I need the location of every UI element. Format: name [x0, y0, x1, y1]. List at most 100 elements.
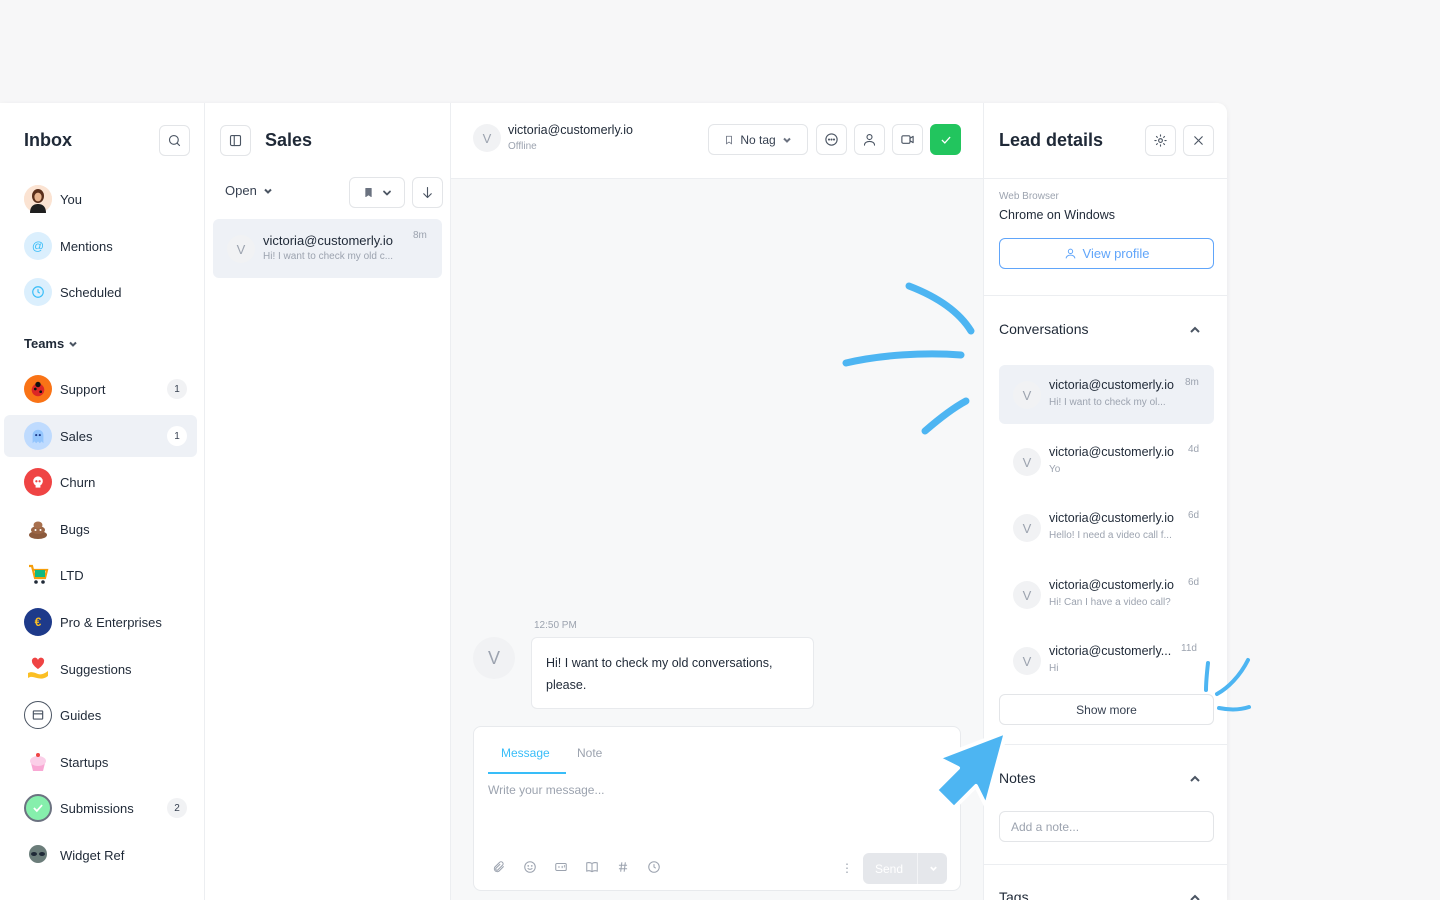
view-profile-button[interactable]: View profile: [999, 238, 1214, 269]
close-icon: [1194, 136, 1203, 145]
team-item-support[interactable]: Support 1: [4, 368, 197, 410]
search-button[interactable]: [159, 125, 190, 156]
chevron-up-icon[interactable]: [1189, 324, 1201, 336]
cart-avatar: [24, 561, 52, 589]
team-label: Guides: [60, 707, 102, 723]
status-filter-dropdown[interactable]: Open: [225, 183, 273, 198]
team-item-ltd[interactable]: LTD: [4, 554, 197, 596]
clock-icon[interactable]: [647, 860, 661, 874]
tab-note[interactable]: Note: [577, 746, 602, 760]
team-label: Suggestions: [60, 661, 132, 677]
chevron-down-icon: [69, 341, 77, 347]
show-more-button[interactable]: Show more: [999, 694, 1214, 725]
team-label: Widget Ref: [60, 847, 125, 863]
team-item-startups[interactable]: Startups: [4, 741, 197, 783]
team-label: Sales: [60, 428, 93, 444]
team-item-suggestions[interactable]: Suggestions: [4, 648, 197, 690]
tag-label: No tag: [740, 132, 776, 147]
status-filter-label: Open: [225, 183, 257, 198]
send-label: Send: [875, 861, 904, 876]
alien-avatar: [24, 841, 52, 869]
inbox-sidebar: Inbox You @ Mentions Scheduled Teams Sup…: [0, 103, 205, 900]
add-note-input[interactable]: Add a note...: [999, 811, 1214, 842]
chevron-down-icon: [264, 188, 272, 194]
ladybug-avatar: [24, 375, 52, 403]
bookmark-icon: [726, 135, 733, 145]
nav-label-scheduled: Scheduled: [60, 284, 122, 300]
conversation-time: 8m: [1185, 377, 1199, 388]
conversation-list-panel: Sales Open V victoria@customerly.io Hi! …: [205, 103, 451, 900]
lead-settings-button[interactable]: [1145, 125, 1176, 156]
chat-panel: V victoria@customerly.io Offline No tag …: [451, 103, 983, 900]
contact-avatar: V: [227, 235, 255, 263]
conversation-preview: Hi! I want to check my ol...: [1049, 397, 1166, 408]
section-divider: [984, 864, 1227, 865]
lead-header: Lead details: [984, 103, 1227, 179]
section-divider: [984, 744, 1227, 745]
lead-conversation-item[interactable]: V victoria@customerly.io Yo 4d: [999, 432, 1214, 491]
section-divider: [984, 295, 1227, 296]
skull-avatar: [24, 468, 52, 496]
paperclip-icon[interactable]: [492, 860, 506, 874]
team-item-pro-enterprises[interactable]: € Pro & Enterprises: [4, 601, 197, 643]
emoji-icon[interactable]: [523, 860, 537, 874]
browser-value: Chrome on Windows: [999, 208, 1116, 222]
send-button[interactable]: Send: [863, 853, 947, 884]
inbox-title: Inbox: [24, 130, 72, 150]
chevron-up-icon[interactable]: [1189, 773, 1201, 785]
team-item-bugs[interactable]: Bugs: [4, 508, 197, 550]
contact-avatar: V: [1013, 581, 1041, 609]
chevron-down-icon: [930, 866, 937, 872]
hashtag-icon[interactable]: [616, 860, 630, 874]
lead-conversation-item[interactable]: V victoria@customerly.io Hi! Can I have …: [999, 565, 1214, 624]
team-item-widget-ref[interactable]: Widget Ref: [4, 834, 197, 876]
contact-status: Offline: [508, 141, 537, 152]
conversation-email: victoria@customerly.io: [263, 233, 393, 248]
conversation-list-item[interactable]: V victoria@customerly.io Hi! I want to c…: [213, 219, 442, 278]
gear-icon: [1154, 134, 1167, 147]
team-label: Startups: [60, 754, 109, 770]
team-item-submissions[interactable]: Submissions 2: [4, 787, 197, 829]
close-button[interactable]: [1183, 125, 1214, 156]
user-icon: [1065, 248, 1075, 259]
team-item-guides[interactable]: Guides: [4, 694, 197, 736]
conversation-email: victoria@customerly.io: [1049, 378, 1174, 392]
lead-conversation-item[interactable]: V victoria@customerly.io Hi! I want to c…: [999, 365, 1214, 424]
contact-avatar: V: [1013, 514, 1041, 542]
nav-item-you[interactable]: You: [4, 178, 197, 220]
lead-conversation-item[interactable]: V victoria@customerly... Hi 11d: [999, 631, 1214, 690]
lead-conversation-item[interactable]: V victoria@customerly.io Hello! I need a…: [999, 498, 1214, 557]
list-title: Sales: [265, 130, 313, 150]
lead-details-panel: Lead details Web Browser Chrome on Windo…: [983, 103, 1227, 900]
tab-message[interactable]: Message: [501, 746, 550, 760]
search-icon: [168, 134, 181, 147]
contact-avatar: V: [473, 124, 501, 152]
sidebar-panel-icon: [229, 134, 242, 147]
team-item-churn[interactable]: Churn: [4, 461, 197, 503]
nav-item-mentions[interactable]: @ Mentions: [4, 225, 197, 267]
assign-user-button[interactable]: [854, 124, 885, 155]
more-vertical-icon[interactable]: ⋮: [841, 861, 853, 875]
collapse-sidebar-button[interactable]: [220, 125, 251, 156]
teams-label: Teams: [24, 336, 65, 351]
conversation-email: victoria@customerly.io: [1049, 511, 1174, 525]
tag-dropdown[interactable]: No tag: [708, 124, 808, 155]
unread-count-badge: 2: [167, 798, 187, 818]
team-item-sales[interactable]: Sales 1: [4, 415, 197, 457]
message-input[interactable]: Write your message...: [488, 783, 604, 797]
team-label: Submissions: [60, 800, 134, 816]
teams-toggle[interactable]: Teams: [24, 336, 78, 351]
video-call-button[interactable]: [892, 124, 923, 155]
tag-filter-button[interactable]: [349, 177, 405, 208]
conversation-time: 6d: [1188, 577, 1200, 588]
more-options-button[interactable]: [816, 124, 847, 155]
resolve-button[interactable]: [930, 124, 961, 155]
gif-icon[interactable]: [554, 860, 568, 874]
message-bubble: Hi! I want to check my old conversations…: [531, 637, 814, 709]
chevron-up-icon[interactable]: [1189, 892, 1201, 900]
nav-item-scheduled[interactable]: Scheduled: [4, 271, 197, 313]
book-icon[interactable]: [585, 860, 599, 874]
sort-button[interactable]: [412, 177, 443, 208]
conversation-preview: Hi! I want to check my old c...: [263, 251, 394, 262]
notes-section-title: Notes: [999, 770, 1036, 786]
